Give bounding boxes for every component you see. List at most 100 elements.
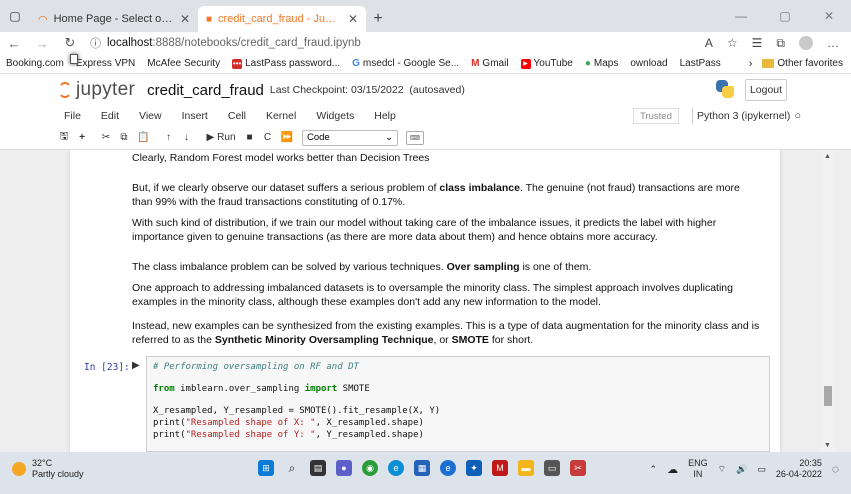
code-line: print("Resampled shape of X: ", X_resamp… xyxy=(153,418,424,428)
chevron-right-icon[interactable]: › xyxy=(749,58,753,70)
insert-cell-icon[interactable]: + xyxy=(74,130,90,146)
favorites-icon[interactable]: ☰ xyxy=(752,36,763,51)
scroll-down-icon[interactable]: ▼ xyxy=(824,442,831,449)
windows-taskbar: 32°C Partly cloudy ⊞ ⌕ ▤ ● ◉ e ▦ e ✦ M ▬… xyxy=(0,452,851,494)
edge-dev-icon[interactable]: e xyxy=(440,460,456,476)
bookmark-other-favorites[interactable]: Other favorites xyxy=(762,58,843,69)
restart-icon[interactable]: C xyxy=(260,130,276,146)
trusted-indicator[interactable]: Trusted xyxy=(633,108,679,124)
checkpoint-status: Last Checkpoint: 03/15/2022 (autosaved) xyxy=(269,84,465,96)
page-scrollbar[interactable]: ▲ ▼ xyxy=(821,150,835,452)
folder-icon xyxy=(762,59,775,68)
markdown-paragraph: The class imbalance problem can be solve… xyxy=(132,261,592,273)
bookmark-lastpass[interactable]: LastPass xyxy=(70,54,721,69)
stop-icon[interactable]: ■ xyxy=(242,130,258,146)
battery-icon[interactable]: ▭ xyxy=(757,464,766,475)
minimize-icon[interactable]: — xyxy=(719,0,763,32)
restore-icon[interactable]: ▢ xyxy=(763,0,807,32)
window-controls: — ▢ ✕ xyxy=(719,0,851,32)
search-icon[interactable]: ⌕ xyxy=(284,460,300,476)
snip-tool-icon[interactable]: ✂ xyxy=(570,460,586,476)
run-cell-icon[interactable]: ▶︎ xyxy=(132,360,140,371)
file-explorer-icon[interactable]: ▤ xyxy=(310,460,326,476)
bookmark-download[interactable]: ownload xyxy=(70,54,668,69)
kernel-indicator[interactable]: Python 3 (ipykernel) ○ xyxy=(692,108,801,124)
bookmark-maps[interactable]: ● Maps xyxy=(585,58,619,69)
bookmark-lastpass-password[interactable]: ••• LastPass password... xyxy=(232,58,340,69)
read-aloud-icon[interactable]: A xyxy=(705,36,713,51)
tab-jupyter[interactable]: ■ credit_card_fraud - Jupyter Note ✕ xyxy=(198,6,366,32)
more-icon[interactable]: … xyxy=(827,36,839,51)
run-icon: ▶ xyxy=(206,132,215,143)
menu-file[interactable]: File xyxy=(64,110,81,122)
info-icon[interactable]: ⓘ xyxy=(90,35,101,51)
collections-icon[interactable]: ⧉ xyxy=(776,36,785,51)
bookmark-express-vpn[interactable]: Express VPN xyxy=(70,54,135,69)
tab-actions-icon[interactable]: ▢ xyxy=(0,0,30,32)
wifi-icon[interactable]: ⌔ xyxy=(718,464,726,475)
move-down-icon[interactable]: ↓ xyxy=(178,130,194,146)
restart-run-all-icon[interactable]: ⏩ xyxy=(278,130,296,146)
menu-insert[interactable]: Insert xyxy=(182,110,208,122)
notebook-title[interactable]: credit_card_fraud xyxy=(147,82,264,99)
back-icon[interactable]: ← xyxy=(0,36,28,51)
paste-icon[interactable]: 📋 xyxy=(134,130,152,146)
forward-icon[interactable]: → xyxy=(28,36,56,51)
volume-icon[interactable]: 🔊 xyxy=(736,464,747,475)
run-button[interactable]: ▶ Run xyxy=(202,130,239,146)
mcafee-icon[interactable]: M xyxy=(492,460,508,476)
bookmark-youtube[interactable]: ▶ YouTube xyxy=(520,58,573,69)
new-tab-button[interactable]: + xyxy=(366,6,390,32)
chrome-icon[interactable]: ◉ xyxy=(362,460,378,476)
cell-type-select[interactable]: Code ⌄ xyxy=(301,129,398,146)
teams-chat-icon[interactable]: ● xyxy=(336,460,352,476)
jupyter-logo[interactable]: jupyter xyxy=(58,79,135,101)
edge-icon[interactable]: e xyxy=(388,460,404,476)
notebook-page: Clearly, Random Forest model works bette… xyxy=(70,150,780,452)
close-icon[interactable]: ✕ xyxy=(807,0,851,32)
kernel-idle-icon: ○ xyxy=(794,110,802,122)
add-favorite-icon[interactable]: ☆ xyxy=(727,36,738,51)
terminal-icon[interactable]: ▭ xyxy=(544,460,560,476)
bookmark-mcafee[interactable]: McAfee Security xyxy=(70,54,220,69)
tab-home-page[interactable]: ◠ Home Page - Select or create a n ✕ xyxy=(30,6,198,32)
logout-button[interactable]: Logout xyxy=(745,79,787,101)
menu-view[interactable]: View xyxy=(139,110,162,122)
weather-sun-icon xyxy=(12,462,26,476)
lastpass-icon: ••• xyxy=(232,58,243,69)
chevron-down-icon: ⌄ xyxy=(385,132,393,143)
onedrive-icon[interactable]: ☁ xyxy=(667,463,678,476)
menu-cell[interactable]: Cell xyxy=(228,110,246,122)
chevron-up-icon[interactable]: ⌃ xyxy=(650,464,658,475)
scroll-up-icon[interactable]: ▲ xyxy=(824,153,831,160)
bookmark-msedcl[interactable]: Gmsedcl - Google Se... xyxy=(352,58,459,69)
keyboard-icon[interactable]: ⌨ xyxy=(405,130,424,145)
save-icon[interactable]: 🖫 xyxy=(56,130,72,146)
code-cell-editor[interactable]: # Performing oversampling on RF and DT f… xyxy=(146,356,770,452)
weather-widget[interactable]: 32°C Partly cloudy xyxy=(12,458,84,480)
language-indicator[interactable]: ENG IN xyxy=(688,458,708,480)
markdown-paragraph: Clearly, Random Forest model works bette… xyxy=(132,152,430,164)
bookmark-booking[interactable]: Booking.com xyxy=(6,54,78,69)
store-icon[interactable]: ▦ xyxy=(414,460,430,476)
notifications-icon[interactable]: ◌ xyxy=(832,462,839,476)
menu-widgets[interactable]: Widgets xyxy=(316,110,354,122)
clock[interactable]: 20:35 26-04-2022 xyxy=(776,458,822,480)
url-field[interactable]: ⓘ localhost:8888/notebooks/credit_card_f… xyxy=(84,33,705,53)
close-tab-icon[interactable]: ✕ xyxy=(180,12,190,26)
close-tab-icon[interactable]: ✕ xyxy=(348,12,358,26)
scrollbar-thumb[interactable] xyxy=(824,386,832,406)
windows-start-icon[interactable]: ⊞ xyxy=(258,460,274,476)
cut-icon[interactable]: ✂ xyxy=(98,130,114,146)
move-up-icon[interactable]: ↑ xyxy=(160,130,176,146)
folder-icon[interactable]: ▬ xyxy=(518,460,534,476)
copy-icon[interactable]: ⧉ xyxy=(116,130,132,146)
bookmark-gmail[interactable]: M Gmail xyxy=(471,58,508,69)
markdown-paragraph: Instead, new examples can be synthesized… xyxy=(132,320,760,346)
menu-kernel[interactable]: Kernel xyxy=(266,110,296,122)
profile-avatar[interactable] xyxy=(799,35,813,50)
menu-edit[interactable]: Edit xyxy=(101,110,119,122)
menu-help[interactable]: Help xyxy=(374,110,396,122)
feedback-icon[interactable]: ✦ xyxy=(466,460,482,476)
refresh-icon[interactable]: ↻ xyxy=(56,35,84,51)
